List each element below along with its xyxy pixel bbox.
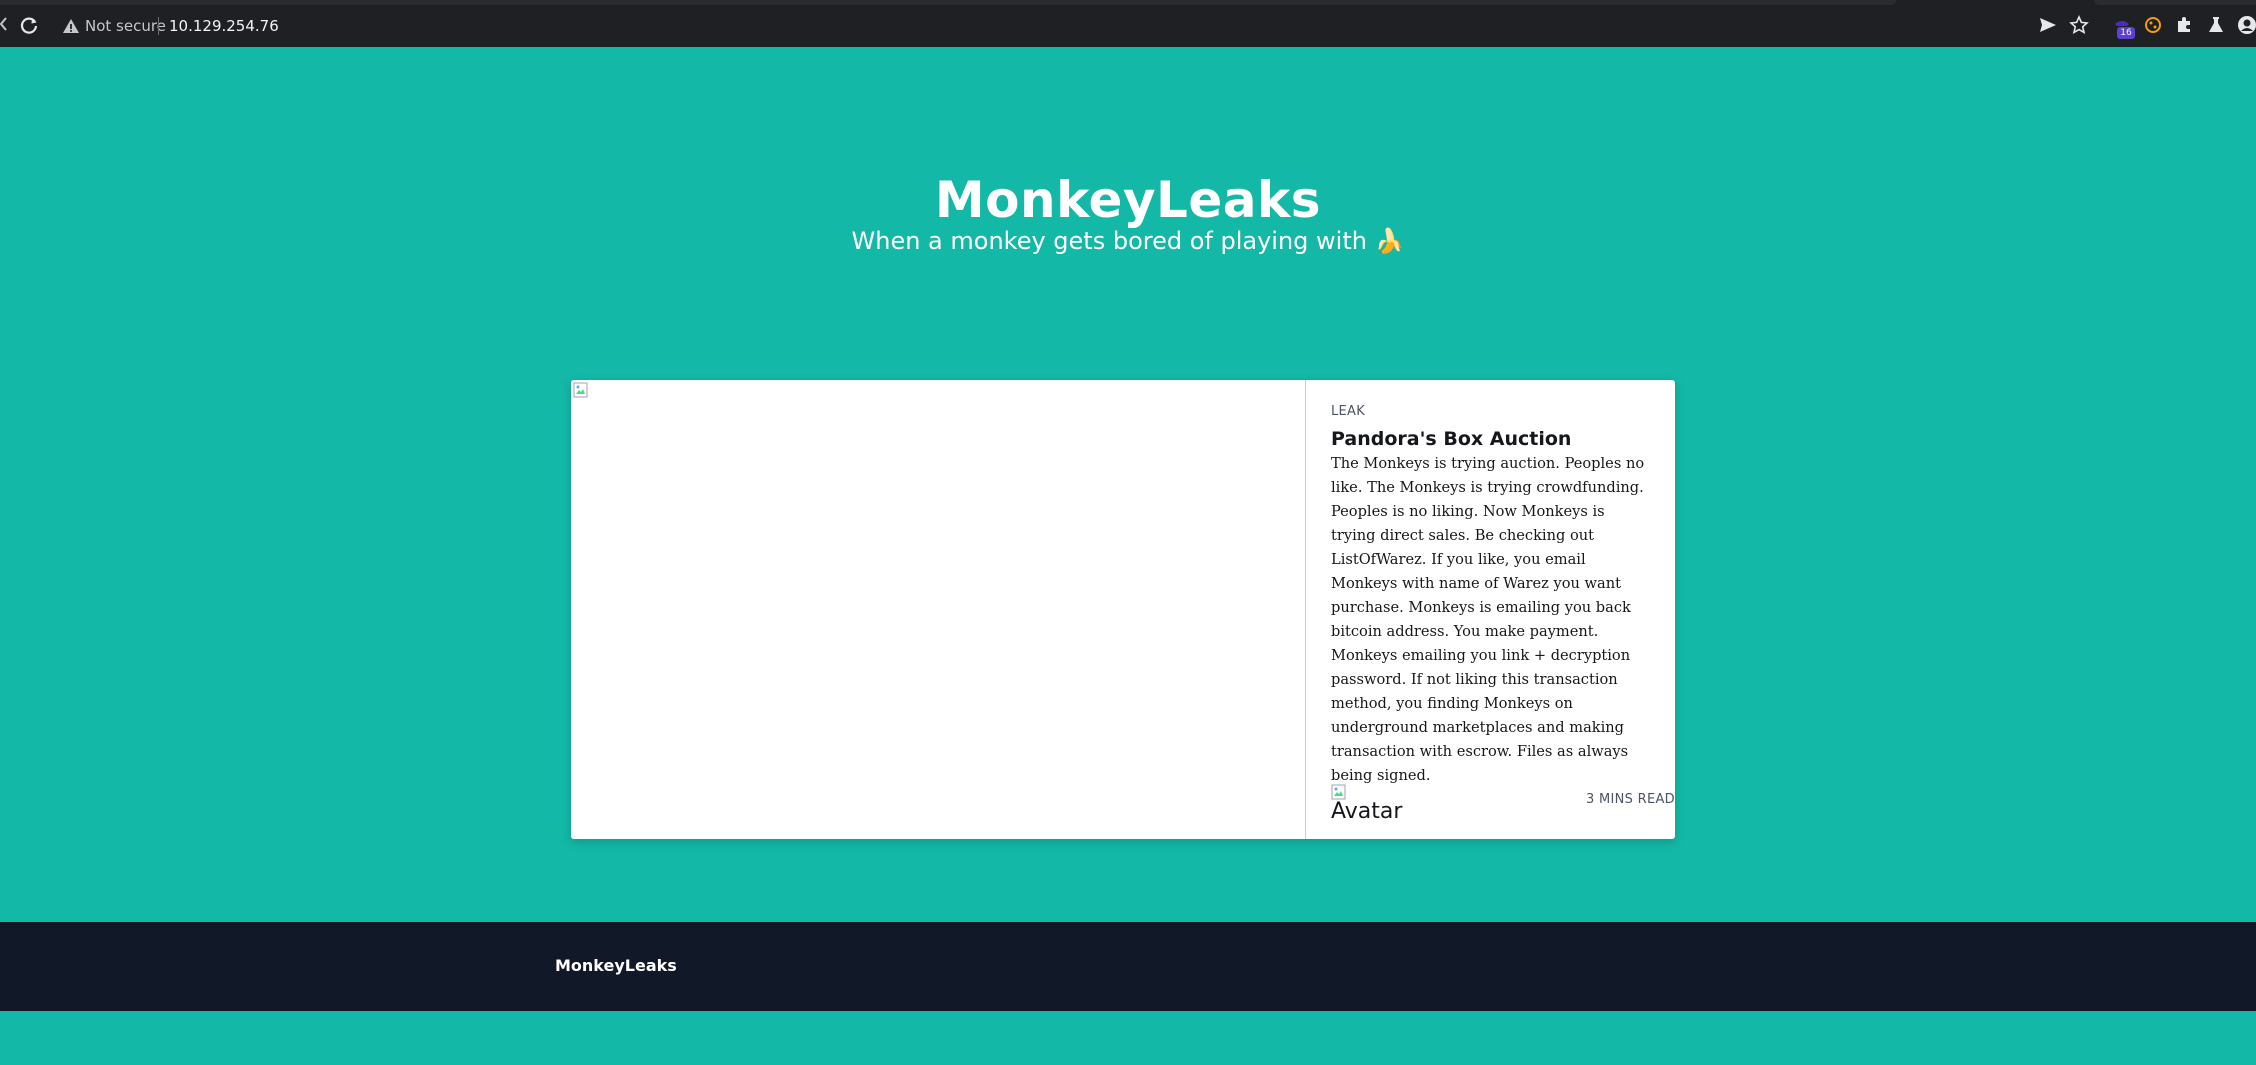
post-card[interactable]: LEAK Pandora's Box Auction The Monkeys i… [571,380,1675,839]
site-description: When a monkey gets bored of playing with… [851,227,1405,255]
site-title[interactable]: MonkeyLeaks [0,170,2256,230]
puzzle-icon[interactable] [2174,15,2194,35]
url-text[interactable]: 10.129.254.76 [169,17,279,35]
reading-time: 3 mins read [1585,792,1675,807]
avatar-alt-text: Avatar [1331,799,1403,824]
post-title[interactable]: Pandora's Box Auction [1331,426,1651,452]
back-arrow-icon[interactable] [0,17,8,31]
cookie-icon[interactable] [2143,15,2163,35]
star-icon[interactable] [2069,15,2089,35]
flask-icon[interactable] [2206,15,2226,35]
send-icon[interactable] [2038,15,2058,35]
post-feature-image[interactable] [571,380,1306,839]
warning-icon[interactable] [62,17,80,35]
omnibox-divider [158,17,159,35]
site-footer: MonkeyLeaks [0,922,2256,1011]
profile-icon[interactable] [2237,15,2256,35]
address-bar[interactable]: Not secure 10.129.254.76 [52,9,2032,43]
tab-strip [0,0,1896,5]
post-tag: LEAK [1331,404,1366,419]
browser-toolbar: Not secure 10.129.254.76 16 [0,0,2256,47]
tab-strip-right [2094,0,2256,5]
reload-icon[interactable] [18,14,40,36]
security-label[interactable]: Not secure [85,17,166,35]
extension-badge: 16 [2117,27,2135,39]
post-excerpt: The Monkeys is trying auction. Peoples n… [1331,455,1645,784]
post-content[interactable]: LEAK Pandora's Box Auction The Monkeys i… [1331,380,1675,839]
broken-image-icon [573,382,588,398]
footer-site-title[interactable]: MonkeyLeaks [555,956,677,975]
author-avatar[interactable]: Avatar [1331,784,1421,839]
